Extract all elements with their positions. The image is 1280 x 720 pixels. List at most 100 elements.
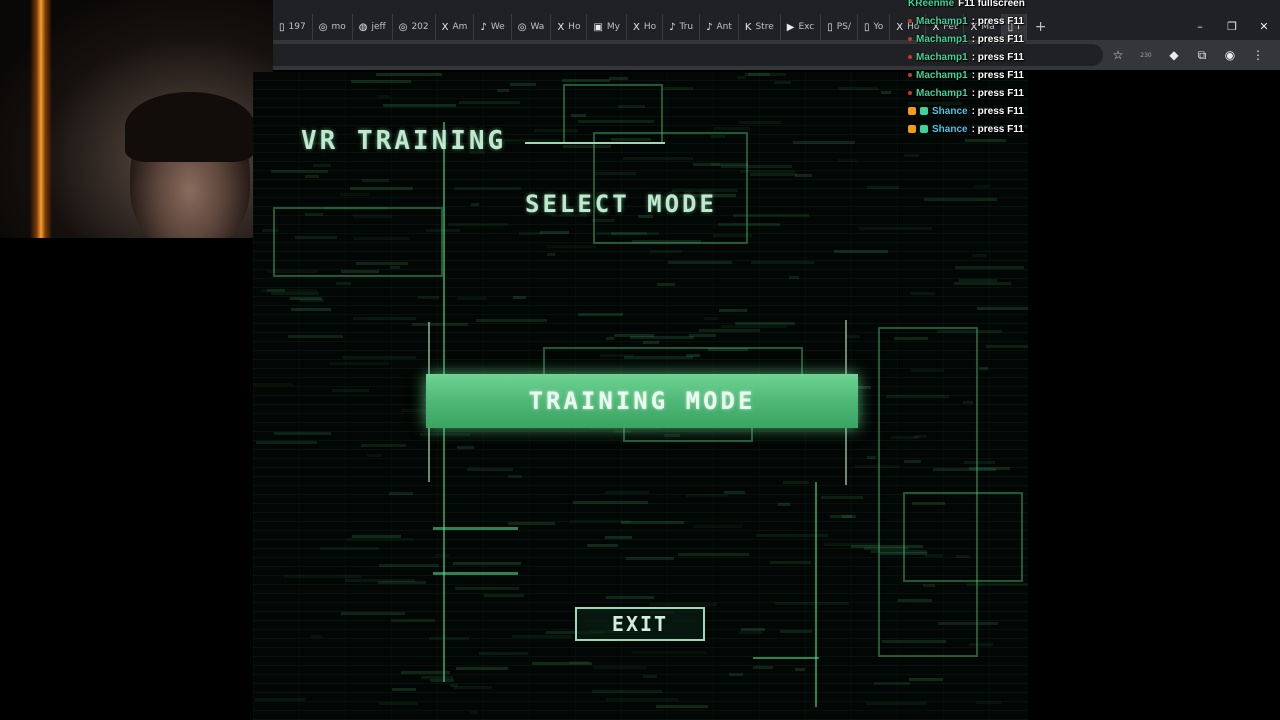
tab-label: Am [452, 22, 468, 32]
chat-text: : press F11 [971, 105, 1024, 117]
chat-message: Shance: press F11 [908, 102, 1048, 120]
circle-icon: ◎ [517, 21, 527, 33]
page-icon: ▯ [279, 21, 285, 33]
chat-username: KReenme [908, 0, 955, 9]
x-icon: X [633, 21, 640, 33]
extension-badge[interactable]: 230 [1132, 52, 1160, 59]
hud-panel [593, 132, 748, 244]
tab-label: Wa [530, 22, 545, 32]
chat-badge-icon [908, 55, 912, 59]
browser-tab[interactable]: ▯ PS/ [821, 14, 858, 40]
hud-line [433, 527, 518, 530]
browser-tab[interactable]: ▯ 197 [273, 14, 313, 40]
game-viewport: VR TRAINING SELECT MODE TRAINING MODE EX… [253, 72, 1028, 720]
chat-badge-icon [920, 125, 928, 133]
tiktok-icon: ♪ [480, 21, 487, 33]
webcam-feed [0, 0, 273, 238]
x-icon: X [441, 21, 449, 33]
chat-badge-icon [920, 107, 928, 115]
tab-strip: ▯ 197 ◎ mo ◍ jeff ◎ 202 X Am ♪ We ◎ Wa X Ho ▣ My X Ho ♪ Tru ♪ A… [273, 14, 1280, 40]
browser-tab[interactable]: ▶ Exc [781, 14, 822, 40]
streamer-hair [125, 92, 255, 162]
tab-label: Stre [755, 22, 774, 32]
chat-username: Machamp1 [916, 33, 968, 45]
browser-toolbar: ☆ 230 ◆ ⧉ ◉ ⋮ [273, 40, 1280, 70]
exit-button[interactable]: EXIT [575, 607, 705, 641]
chat-badge-icon [908, 37, 912, 41]
chat-badge-icon [908, 19, 912, 23]
x-icon: X [557, 21, 565, 33]
restore-button[interactable]: ❐ [1216, 14, 1248, 40]
tab-label: 202 [411, 22, 429, 32]
tab-label: My [606, 22, 620, 32]
browser-tab[interactable]: ◎ Wa [512, 14, 552, 40]
chat-message: Machamp1: press F11 [908, 30, 1048, 48]
chat-text: : press F11 [971, 15, 1024, 27]
x-icon: X [896, 21, 904, 33]
tab-label: jeff [371, 22, 386, 32]
hud-line [433, 572, 518, 575]
orange-light-strip [30, 0, 52, 238]
tab-label: Tru [679, 22, 694, 32]
circle-icon: ◎ [318, 21, 328, 33]
browser-tab[interactable]: ◎ mo [313, 14, 353, 40]
chat-message: Machamp1: press F11 [908, 84, 1048, 102]
minimize-button[interactable]: – [1184, 14, 1216, 40]
chat-badge-icon [908, 107, 916, 115]
chat-message: Machamp1: press F11 [908, 48, 1048, 66]
browser-tab[interactable]: ▯ Yo [858, 14, 891, 40]
page-icon: ▯ [863, 21, 870, 33]
chat-text: F11 fullscreen [958, 0, 1025, 9]
browser-tab[interactable]: ▣ My [587, 14, 627, 40]
browser-tab[interactable]: X Am [436, 14, 475, 40]
window-controls: – ❐ ✕ [1184, 14, 1280, 40]
chat-username: Machamp1 [916, 15, 968, 27]
bookmark-star-icon[interactable]: ☆ [1104, 48, 1132, 62]
browser-tab[interactable]: X Ho [627, 14, 664, 40]
chat-username: Machamp1 [916, 51, 968, 63]
hud-panel [273, 207, 443, 277]
chat-badge-icon [908, 125, 916, 133]
chat-message: Machamp1: press F11 [908, 66, 1048, 84]
hud-panel [903, 492, 1023, 582]
shield-extension-icon[interactable]: ◆ [1160, 48, 1188, 62]
tab-label: Ho [568, 22, 581, 32]
kebab-menu-icon[interactable]: ⋮ [1244, 48, 1272, 62]
chat-username: Machamp1 [916, 87, 968, 99]
tab-label: 197 [288, 22, 306, 32]
avatar-icon: ◍ [358, 21, 368, 33]
close-window-button[interactable]: ✕ [1248, 14, 1280, 40]
stream-chat-overlay: KReenme F11 fullscreen Machamp1: press F11… [908, 0, 1048, 138]
chat-username: Shance [932, 123, 968, 135]
browser-chrome: ▯ 197 ◎ mo ◍ jeff ◎ 202 X Am ♪ We ◎ Wa X Ho ▣ My X Ho ♪ Tru ♪ A… [273, 0, 1280, 70]
tab-label: Ant [716, 22, 732, 32]
tab-label: Yo [873, 22, 884, 32]
chat-username: Shance [932, 105, 968, 117]
toolbar-icons: ☆ 230 ◆ ⧉ ◉ ⋮ [1104, 40, 1272, 70]
tab-label: Exc [798, 22, 815, 32]
chat-badge-icon [908, 73, 912, 77]
browser-tab[interactable]: ◎ 202 [393, 14, 436, 40]
browser-tab[interactable]: X Ho [551, 14, 588, 40]
chat-message: Machamp1: press F11 [908, 12, 1048, 30]
tab-label: Ho [643, 22, 657, 32]
circle-icon: ◎ [398, 21, 408, 33]
browser-tab[interactable]: K Stre [739, 14, 781, 40]
youtube-icon: ▶ [786, 21, 795, 33]
chat-text: : press F11 [971, 33, 1024, 45]
training-mode-button[interactable]: TRAINING MODE [426, 374, 858, 428]
tiktok-icon: ♪ [706, 21, 713, 33]
browser-tab[interactable]: ♪ We [474, 14, 512, 40]
tiktok-icon: ♪ [669, 21, 676, 33]
browser-tab[interactable]: ♪ Tru [663, 14, 701, 40]
chat-text: : press F11 [971, 69, 1024, 81]
chat-text: : press F11 [971, 123, 1024, 135]
page-icon: ▯ [827, 21, 833, 33]
extensions-puzzle-icon[interactable]: ⧉ [1188, 48, 1216, 63]
browser-tab[interactable]: ◍ jeff [353, 14, 393, 40]
chat-message: KReenme F11 fullscreen [908, 0, 1048, 12]
title-underline [525, 142, 665, 144]
chat-message: Shance: press F11 [908, 120, 1048, 138]
browser-tab[interactable]: ♪ Ant [700, 14, 739, 40]
profile-avatar-icon[interactable]: ◉ [1216, 48, 1244, 62]
